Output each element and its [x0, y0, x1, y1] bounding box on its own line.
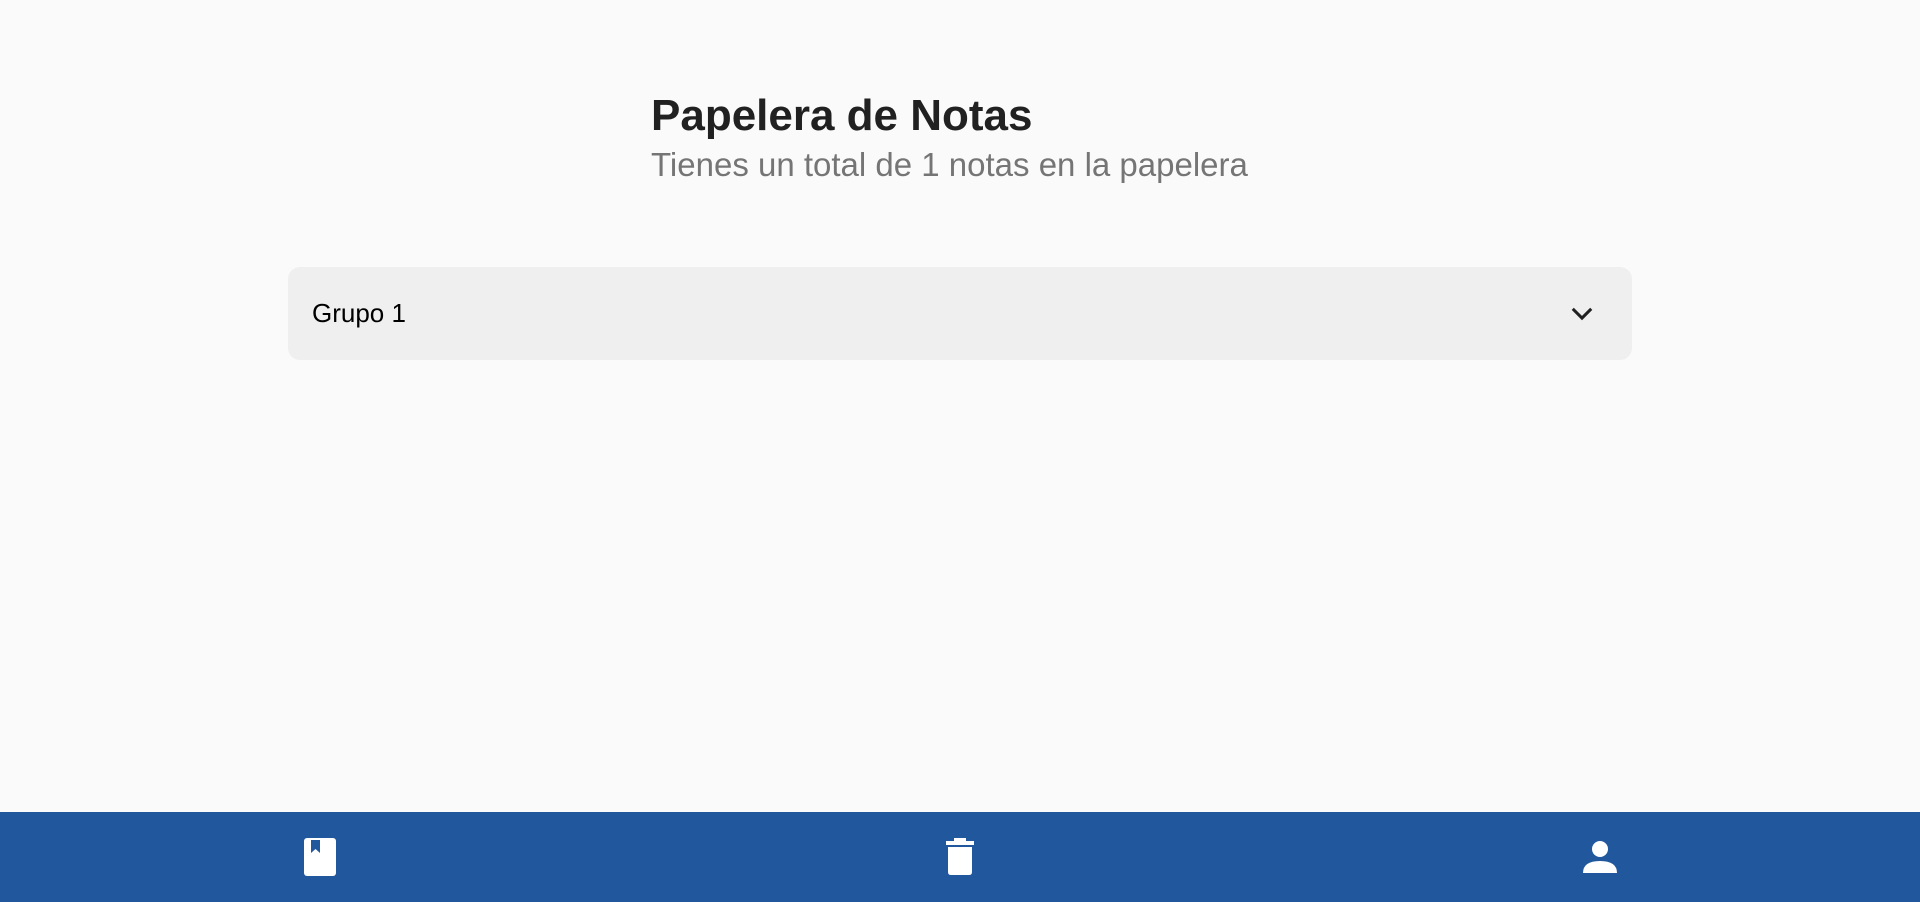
nav-notes-button[interactable]: [0, 812, 640, 902]
person-icon: [1582, 840, 1618, 874]
page-subtitle: Tienes un total de 1 notas en la papeler…: [651, 146, 1248, 183]
trash-page: Papelera de Notas Tienes un total de 1 n…: [0, 0, 1920, 902]
trash-icon: [945, 838, 975, 876]
notebook-icon: [303, 837, 337, 877]
group-expansion-panel[interactable]: Grupo 1: [288, 267, 1632, 360]
page-title: Papelera de Notas: [651, 91, 1033, 140]
nav-profile-button[interactable]: [1280, 812, 1920, 902]
page-header: Papelera de Notas Tienes un total de 1 n…: [651, 88, 1248, 186]
bottom-navigation: [0, 812, 1920, 902]
group-title: Grupo 1: [312, 298, 406, 328]
nav-trash-button[interactable]: [640, 812, 1280, 902]
chevron-down-icon[interactable]: [1564, 296, 1600, 332]
